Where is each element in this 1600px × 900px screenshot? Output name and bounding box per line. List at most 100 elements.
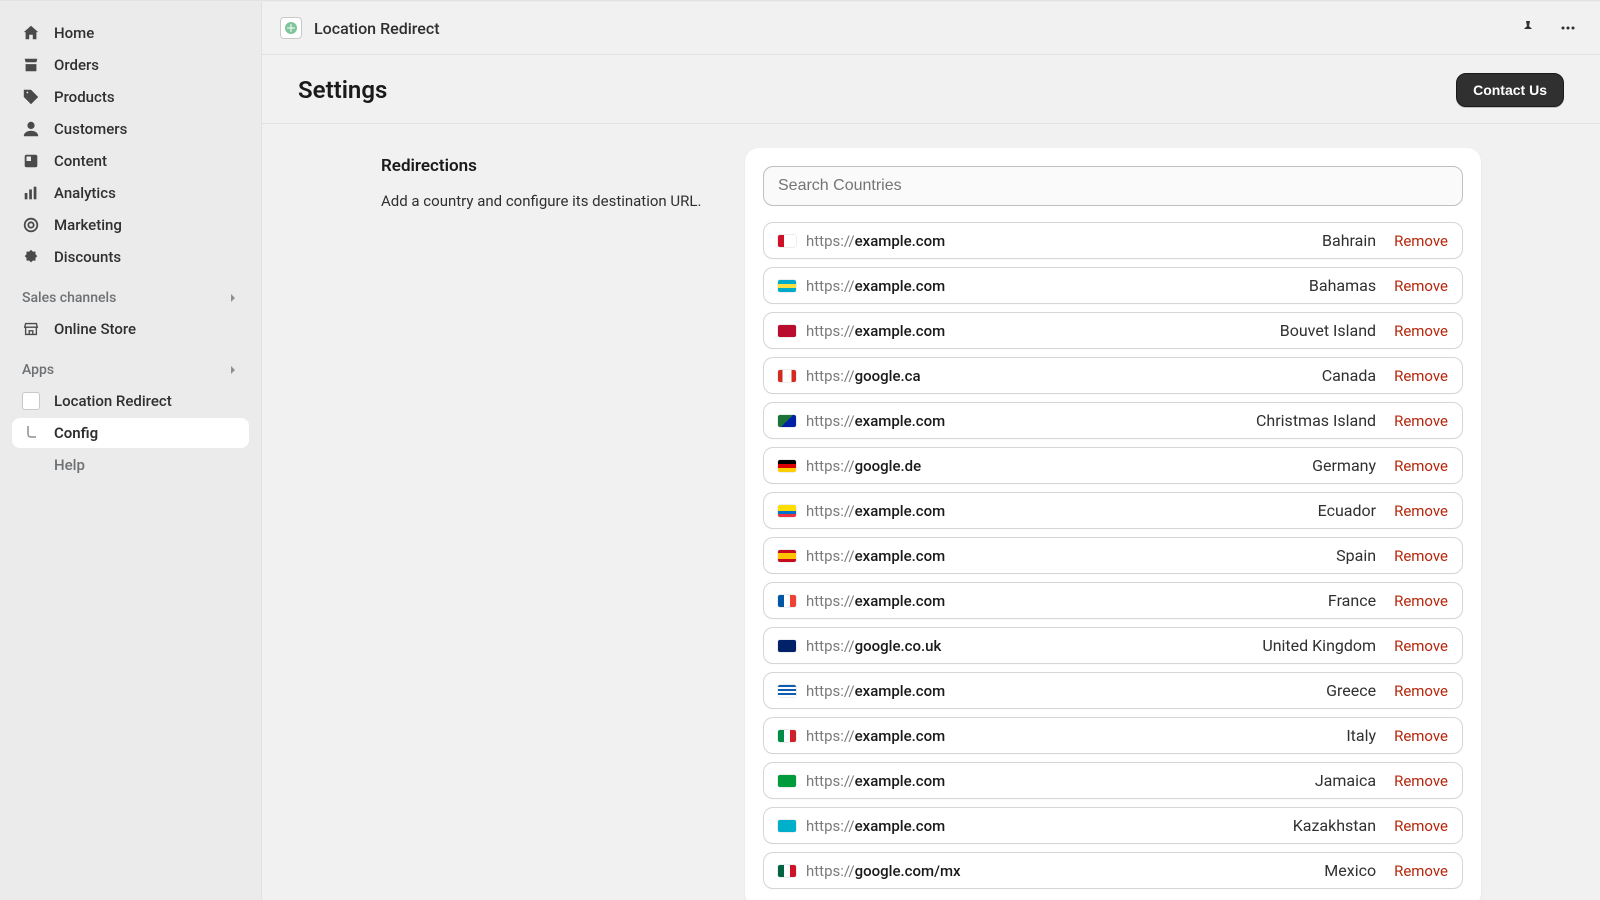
remove-button[interactable]: Remove (1394, 277, 1448, 295)
remove-button[interactable]: Remove (1394, 772, 1448, 790)
country-name: France (1328, 591, 1376, 610)
search-countries-input[interactable] (763, 166, 1463, 206)
app-location-redirect[interactable]: Location Redirect (12, 386, 249, 416)
contact-us-button[interactable]: Contact Us (1456, 73, 1564, 107)
sidebar: Home Orders Products Customers Content A… (0, 2, 262, 900)
url: https://example.com (806, 727, 1336, 745)
remove-button[interactable]: Remove (1394, 547, 1448, 565)
content-icon (22, 152, 40, 170)
nav-products[interactable]: Products (12, 82, 249, 112)
redirection-row[interactable]: https://example.com Christmas Island Rem… (763, 402, 1463, 439)
redirection-row[interactable]: https://google.co.uk United Kingdom Remo… (763, 627, 1463, 664)
remove-button[interactable]: Remove (1394, 232, 1448, 250)
redirection-row[interactable]: https://example.com Kazakhstan Remove (763, 807, 1463, 844)
nav-label: Content (54, 152, 107, 170)
redirection-row[interactable]: https://example.com France Remove (763, 582, 1463, 619)
home-icon (22, 24, 40, 42)
remove-button[interactable]: Remove (1394, 457, 1448, 475)
url-domain: google.ca (855, 367, 921, 385)
country-name: Greece (1326, 681, 1376, 700)
url-protocol: https:// (806, 232, 855, 250)
nav-online-store[interactable]: Online Store (12, 314, 249, 344)
url: https://example.com (806, 817, 1283, 835)
redirection-row[interactable]: https://example.com Italy Remove (763, 717, 1463, 754)
analytics-icon (22, 184, 40, 202)
redirection-row[interactable]: https://example.com Bouvet Island Remove (763, 312, 1463, 349)
content: Redirections Add a country and configure… (262, 124, 1600, 900)
nav-orders[interactable]: Orders (12, 50, 249, 80)
nav-discounts[interactable]: Discounts (12, 242, 249, 272)
nav-label: Home (54, 24, 94, 42)
url-protocol: https:// (806, 772, 855, 790)
products-icon (22, 88, 40, 106)
url-protocol: https:// (806, 502, 855, 520)
url-domain: google.com/mx (855, 862, 961, 880)
url: https://example.com (806, 232, 1312, 250)
app-header-title: Location Redirect (314, 19, 440, 38)
remove-button[interactable]: Remove (1394, 322, 1448, 340)
url-domain: example.com (855, 682, 946, 700)
redirection-row[interactable]: https://example.com Greece Remove (763, 672, 1463, 709)
nav-customers[interactable]: Customers (12, 114, 249, 144)
redirection-row[interactable]: https://google.de Germany Remove (763, 447, 1463, 484)
flag-icon (778, 865, 796, 877)
remove-button[interactable]: Remove (1394, 682, 1448, 700)
url-domain: example.com (855, 817, 946, 835)
chevron-right-icon (227, 292, 239, 304)
main: Location Redirect Settings Contact Us Re… (262, 2, 1600, 900)
country-name: Kazakhstan (1293, 816, 1376, 835)
remove-button[interactable]: Remove (1394, 637, 1448, 655)
url-protocol: https:// (806, 682, 855, 700)
section-label: Sales channels (22, 290, 116, 306)
page-bar: Settings Contact Us (262, 55, 1600, 124)
redirection-row[interactable]: https://example.com Jamaica Remove (763, 762, 1463, 799)
redirection-row[interactable]: https://google.com/mx Mexico Remove (763, 852, 1463, 889)
nav-content[interactable]: Content (12, 146, 249, 176)
page-title: Settings (298, 76, 387, 104)
remove-button[interactable]: Remove (1394, 592, 1448, 610)
remove-button[interactable]: Remove (1394, 862, 1448, 880)
url-protocol: https:// (806, 457, 855, 475)
flag-icon (778, 595, 796, 607)
nav-label: Orders (54, 56, 99, 74)
remove-button[interactable]: Remove (1394, 367, 1448, 385)
tree-connector-icon (22, 424, 40, 442)
redirection-row[interactable]: https://example.com Bahrain Remove (763, 222, 1463, 259)
url-domain: example.com (855, 547, 946, 565)
discounts-icon (22, 248, 40, 266)
section-title: Redirections (381, 156, 721, 176)
url: https://example.com (806, 412, 1246, 430)
nav-label: Products (54, 88, 115, 106)
app-sub-config[interactable]: Config (12, 418, 249, 448)
flag-icon (778, 550, 796, 562)
remove-button[interactable]: Remove (1394, 412, 1448, 430)
section-sales-channels[interactable]: Sales channels (12, 274, 249, 312)
remove-button[interactable]: Remove (1394, 817, 1448, 835)
url-domain: example.com (855, 772, 946, 790)
remove-button[interactable]: Remove (1394, 502, 1448, 520)
country-name: Bahamas (1309, 276, 1376, 295)
flag-icon (778, 685, 796, 697)
url: https://example.com (806, 682, 1316, 700)
remove-button[interactable]: Remove (1394, 727, 1448, 745)
section-label: Apps (22, 362, 54, 378)
flag-icon (778, 820, 796, 832)
url-protocol: https:// (806, 817, 855, 835)
redirection-row[interactable]: https://example.com Bahamas Remove (763, 267, 1463, 304)
nav-home[interactable]: Home (12, 18, 249, 48)
pin-button[interactable] (1514, 14, 1542, 42)
more-button[interactable] (1554, 14, 1582, 42)
redirection-row[interactable]: https://example.com Ecuador Remove (763, 492, 1463, 529)
nav-label: Customers (54, 120, 127, 138)
url-protocol: https:// (806, 322, 855, 340)
redirection-row[interactable]: https://google.ca Canada Remove (763, 357, 1463, 394)
section-apps[interactable]: Apps (12, 346, 249, 384)
app-sub-help[interactable]: Help (12, 450, 249, 480)
country-name: Italy (1346, 726, 1376, 745)
url-protocol: https:// (806, 637, 855, 655)
url: https://example.com (806, 547, 1326, 565)
nav-analytics[interactable]: Analytics (12, 178, 249, 208)
redirection-row[interactable]: https://example.com Spain Remove (763, 537, 1463, 574)
nav-marketing[interactable]: Marketing (12, 210, 249, 240)
nav-label: Analytics (54, 184, 116, 202)
